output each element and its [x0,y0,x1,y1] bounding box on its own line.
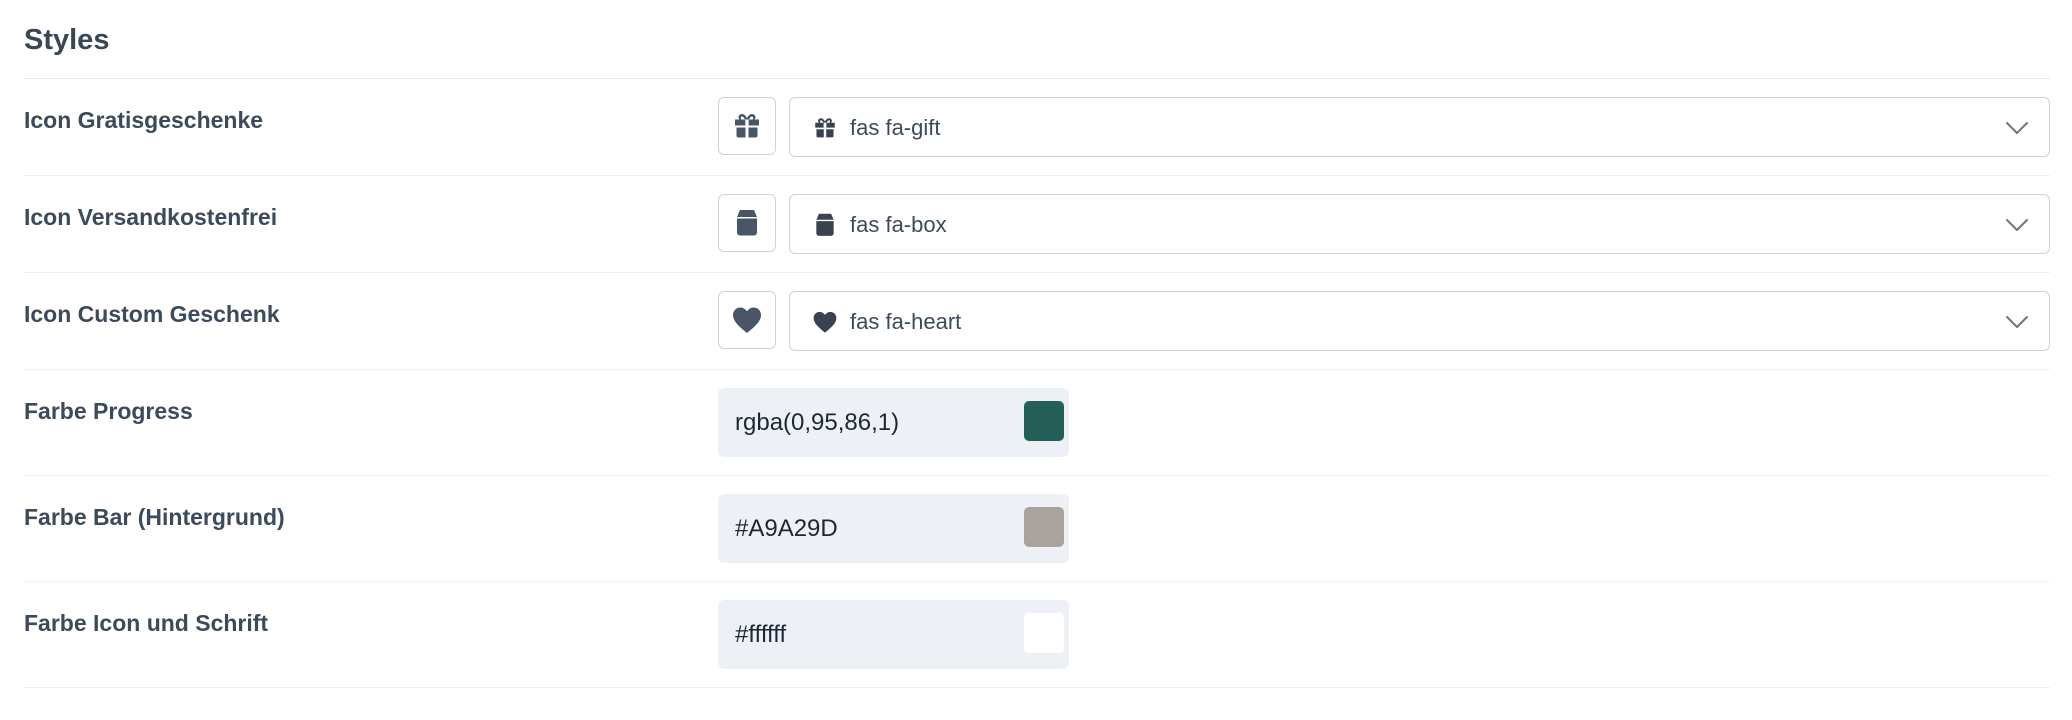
icon-preview-button[interactable] [718,97,776,155]
select-value: fas fa-box [850,212,947,237]
icon-select[interactable]: fas fa-heart [789,291,2050,351]
select-value: fas fa-gift [850,115,941,140]
chevron-down-icon[interactable] [2005,215,2029,235]
color-value: rgba(0,95,86,1) [735,409,900,436]
icon-select[interactable]: fas fa-gift [789,97,2050,157]
color-input[interactable]: rgba(0,95,86,1) [718,388,1069,457]
box-icon [816,213,834,236]
setting-row-heart: Icon Custom Geschenk fas fa-heart [24,273,2050,370]
gift-icon [815,118,835,138]
icon-preview-button[interactable] [718,291,776,349]
setting-label: Farbe Icon und Schrift [24,610,269,636]
gift-icon [735,114,759,138]
setting-row-gift: Icon Gratisgeschenke fas fa-gift [24,79,2050,176]
color-value: #ffffff [735,621,787,648]
setting-row-color-bar: Farbe Bar (Hintergrund) #A9A29D [24,476,2050,582]
color-input[interactable]: #A9A29D [718,494,1069,563]
setting-row-color-progress: Farbe Progress rgba(0,95,86,1) [24,370,2050,476]
setting-row-color-icon-text: Farbe Icon und Schrift #ffffff [24,582,2050,688]
setting-label: Icon Custom Geschenk [24,301,280,327]
chevron-down-icon[interactable] [2005,312,2029,332]
styles-panel: Styles Icon Gratisgeschenke fas fa-gift … [24,0,2050,688]
color-swatch[interactable] [1024,401,1064,441]
setting-label: Icon Gratisgeschenke [24,107,264,133]
heart-icon [813,311,837,333]
box-icon [737,210,757,236]
color-input[interactable]: #ffffff [718,600,1069,669]
color-swatch[interactable] [1024,613,1064,653]
color-value: #A9A29D [735,515,838,542]
select-value: fas fa-heart [850,309,962,334]
chevron-down-icon[interactable] [2005,118,2029,138]
icon-select[interactable]: fas fa-box [789,194,2050,254]
setting-label: Farbe Progress [24,398,193,424]
icon-preview-button[interactable] [718,194,776,252]
color-swatch[interactable] [1024,507,1064,547]
setting-row-box: Icon Versandkostenfrei fas fa-box [24,176,2050,273]
setting-label: Farbe Bar (Hintergrund) [24,504,285,530]
section-title: Styles [24,0,2050,79]
heart-icon [733,307,761,333]
setting-label: Icon Versandkostenfrei [24,204,278,230]
